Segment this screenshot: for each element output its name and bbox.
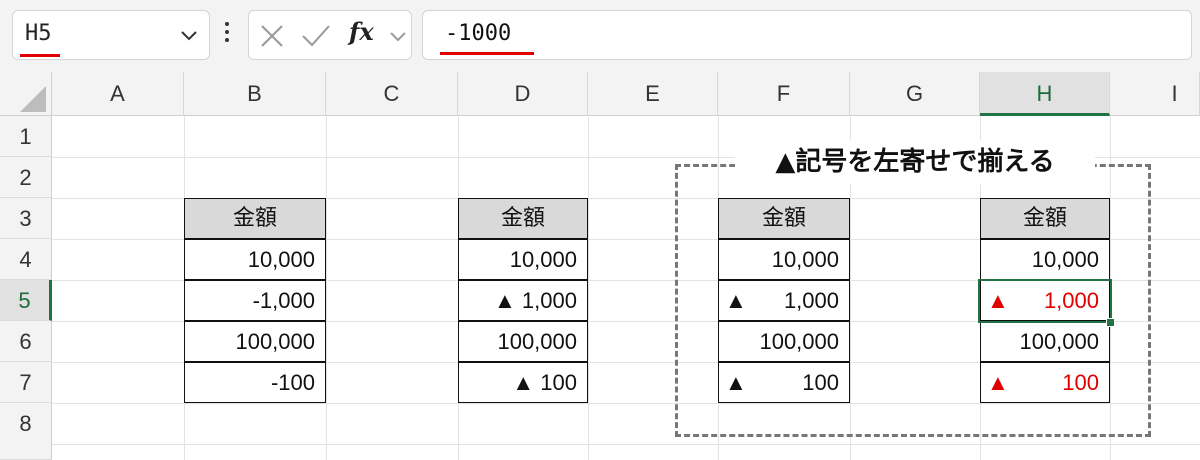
column-header-e[interactable]: E (588, 72, 718, 116)
cell-value: 100,000 (497, 329, 577, 354)
formula-input[interactable]: -1000 (422, 10, 1192, 60)
select-all-corner[interactable] (0, 72, 52, 116)
row-header-2[interactable]: 2 (0, 157, 52, 198)
chevron-down-icon[interactable] (179, 25, 199, 49)
row-header-3[interactable]: 3 (0, 198, 52, 239)
name-box-underline (20, 54, 60, 57)
table-d-cell[interactable]: 10,000 (458, 239, 588, 280)
formula-buttons: fx (248, 10, 412, 60)
cell-value: 100,000 (235, 329, 315, 354)
cell-value: -1,000 (252, 288, 315, 313)
table-b-cell[interactable]: 10,000 (184, 239, 326, 280)
table-d-header[interactable]: 金額 (458, 198, 588, 239)
gridline (588, 116, 589, 460)
table-b-cell[interactable]: 100,000 (184, 321, 326, 362)
row-header-5[interactable]: 5 (0, 280, 52, 321)
row-header-7[interactable]: 7 (0, 362, 52, 403)
column-header-b[interactable]: B (184, 72, 326, 116)
callout-dashed-box (675, 164, 1151, 437)
column-header-c[interactable]: C (326, 72, 458, 116)
row-header-1[interactable]: 1 (0, 116, 52, 157)
table-d-cell[interactable]: 100,000 (458, 321, 588, 362)
cell-value: 10,000 (247, 247, 315, 272)
column-header-g[interactable]: G (850, 72, 980, 116)
cell-value: -100 (270, 370, 315, 395)
cancel-icon[interactable] (259, 23, 285, 53)
formula-bar: H5 fx -1000 (0, 0, 1200, 72)
table-b-cell[interactable]: -1,000 (184, 280, 326, 321)
row-header-8[interactable]: 8 (0, 403, 52, 460)
table-b-header[interactable]: 金額 (184, 198, 326, 239)
cell-value: ▲ 100 (512, 370, 577, 395)
name-box-value: H5 (25, 21, 52, 46)
column-header-i[interactable]: I (1110, 72, 1200, 116)
insert-function-icon[interactable]: fx (349, 17, 374, 46)
row-header-6[interactable]: 6 (0, 321, 52, 362)
row-header-4[interactable]: 4 (0, 239, 52, 280)
column-header-f[interactable]: F (718, 72, 850, 116)
cell-value: ▲ 1,000 (494, 288, 577, 313)
table-b-cell[interactable]: -100 (184, 362, 326, 403)
cell-value: 10,000 (509, 247, 577, 272)
formula-underline (440, 52, 534, 55)
gridline (52, 444, 1200, 445)
more-options-icon[interactable] (223, 22, 231, 48)
enter-check-icon[interactable] (301, 23, 331, 53)
column-header-a[interactable]: A (52, 72, 184, 116)
table-d-cell[interactable]: ▲ 1,000 (458, 280, 588, 321)
gridline (326, 116, 327, 460)
chevron-down-icon[interactable] (389, 27, 407, 49)
column-header-d[interactable]: D (458, 72, 588, 116)
name-box[interactable]: H5 (12, 10, 210, 60)
table-d-cell[interactable]: ▲ 100 (458, 362, 588, 403)
callout-title: ▲記号を左寄せで揃える (735, 140, 1095, 184)
formula-value: -1000 (445, 21, 512, 46)
column-header-h[interactable]: H (980, 72, 1110, 116)
